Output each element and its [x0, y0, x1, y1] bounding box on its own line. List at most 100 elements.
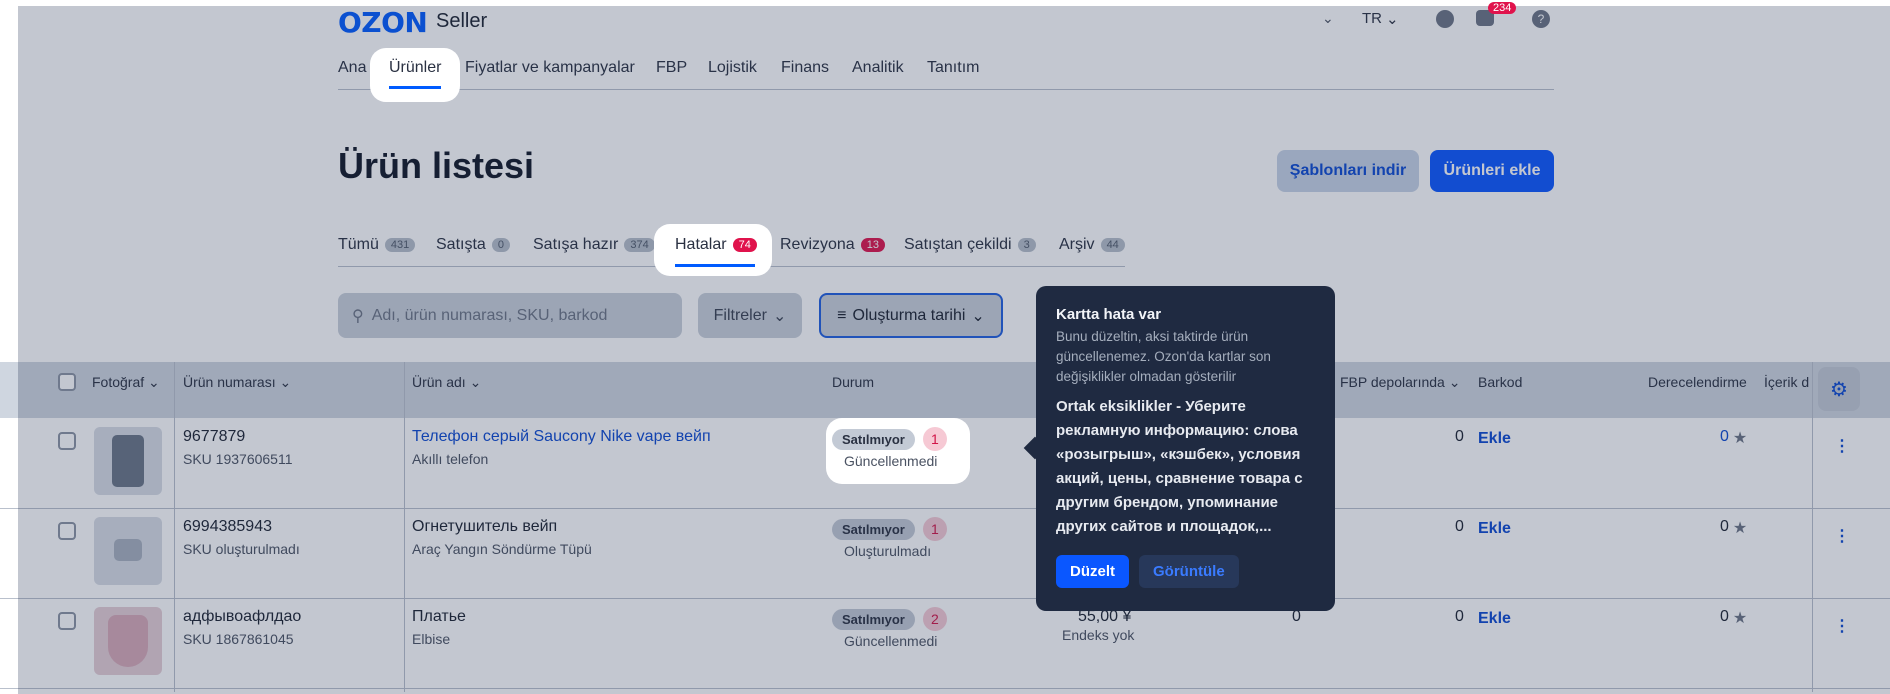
add-barcode-link[interactable]: Ekle	[1478, 610, 1511, 628]
col-label: FBP depolarında	[1340, 374, 1445, 390]
more-icon[interactable]: ⋮	[1834, 616, 1850, 636]
row-checkbox[interactable]	[58, 612, 76, 630]
tab-count: 431	[384, 238, 416, 252]
tab-on-sale[interactable]: Satışta 0	[436, 236, 510, 254]
tab-count: 74	[732, 238, 757, 252]
rating: 0 ★	[1720, 518, 1747, 538]
product-sku: SKU 1867861045	[183, 631, 294, 647]
fbp-stock: 0	[1455, 428, 1464, 445]
product-image[interactable]	[94, 427, 162, 495]
sort-icon: ≡	[837, 306, 847, 324]
status-sub: Güncellenmedi	[844, 453, 938, 469]
row-checkbox[interactable]	[58, 522, 76, 540]
nav-active-indicator	[389, 86, 441, 89]
nav-finance[interactable]: Finans	[781, 59, 829, 77]
view-button[interactable]: Görüntüle	[1139, 555, 1239, 588]
tab-count: 374	[624, 238, 655, 252]
help-icon[interactable]: ?	[1532, 10, 1550, 28]
col-label: Ürün numarası	[183, 374, 276, 390]
star-icon: ★	[1732, 610, 1748, 627]
status-badges[interactable]: Satılmıyor 2	[832, 607, 947, 631]
col-name[interactable]: Ürün adı ⌄	[412, 374, 481, 391]
row-divider	[0, 688, 1890, 689]
tab-errors[interactable]: Hatalar 74	[675, 236, 757, 254]
col-number[interactable]: Ürün numarası ⌄	[183, 374, 291, 391]
col-status: Durum	[832, 374, 875, 390]
filters-button[interactable]: Filtreler ⌄	[698, 293, 802, 338]
select-all-checkbox[interactable]	[58, 373, 76, 391]
ozon-logo[interactable]: OZON	[338, 6, 428, 39]
add-products-button[interactable]: Ürünleri ekle	[1430, 150, 1554, 192]
search-input[interactable]: ⚲ Adı, ürün numarası, SKU, barkod	[338, 293, 682, 338]
status-badge: Satılmıyor	[832, 428, 915, 450]
tab-active-indicator	[675, 264, 755, 267]
product-sku: SKU 1937606511	[183, 451, 293, 467]
filters-label: Filtreler	[713, 306, 767, 324]
chevron-down-icon: ⌄	[1386, 11, 1399, 28]
tab-label: Satışta	[436, 236, 486, 253]
tab-all[interactable]: Tümü 431	[338, 236, 416, 254]
rating: 0 ★	[1720, 608, 1747, 628]
rating[interactable]: 0 ★	[1720, 428, 1747, 448]
more-icon[interactable]: ⋮	[1834, 526, 1850, 546]
product-number: 9677879	[183, 428, 246, 445]
download-templates-button[interactable]: Şablonları indir	[1277, 150, 1419, 192]
fix-button[interactable]: Düzelt	[1056, 555, 1129, 588]
sort-dropdown[interactable]: ≡ Oluşturma tarihi ⌄	[819, 293, 1003, 338]
tab-count: 44	[1100, 238, 1125, 252]
status-sub: Güncellenmedi	[844, 633, 938, 649]
product-image-placeholder[interactable]	[94, 517, 162, 585]
chevron-down-icon: ⌄	[971, 307, 985, 325]
col-fbp[interactable]: FBP depolarında ⌄	[1340, 374, 1460, 391]
rating-value: 0	[1720, 428, 1729, 445]
product-name[interactable]: Огнетушитель вейп	[412, 518, 557, 536]
product-number: адфывоафлдао	[183, 608, 302, 625]
tab-count: 0	[491, 238, 510, 252]
camera-icon	[114, 539, 142, 561]
more-icon[interactable]: ⋮	[1834, 436, 1850, 456]
star-icon: ★	[1732, 430, 1748, 447]
tab-label: Hatalar	[675, 236, 727, 253]
nav-logistics[interactable]: Lojistik	[708, 59, 757, 77]
fbp-stock: 0	[1455, 518, 1464, 535]
nav-fbp[interactable]: FBP	[656, 59, 687, 77]
status-badges[interactable]: Satılmıyor 1	[832, 517, 947, 541]
row-checkbox[interactable]	[58, 432, 76, 450]
product-category: Elbise	[412, 631, 451, 647]
tab-ready[interactable]: Satışa hazır 374	[533, 236, 655, 254]
product-name-link[interactable]: Телефон серый Saucony Nike vape вейп	[412, 428, 711, 446]
product-image[interactable]	[94, 607, 162, 675]
nav-prices[interactable]: Fiyatlar ve kampanyalar	[465, 59, 635, 77]
popover-subtitle: Bunu düzeltin, aksi taktirde ürün güncel…	[1056, 329, 1271, 384]
nav-analytics[interactable]: Analitik	[852, 59, 904, 77]
tab-withdrawn[interactable]: Satıştan çekildi 3	[904, 236, 1036, 254]
rating-value: 0	[1720, 518, 1729, 535]
error-count-badge: 2	[922, 607, 947, 631]
status-sub: Oluşturulmadı	[844, 543, 932, 559]
language-selector[interactable]: TR ⌄	[1362, 10, 1399, 28]
notification-badge: 234	[1488, 2, 1517, 14]
nav-promotion[interactable]: Tanıtım	[927, 59, 979, 77]
col-photo[interactable]: Fotoğraf ⌄	[92, 374, 160, 391]
tab-archive[interactable]: Arşiv 44	[1059, 236, 1125, 254]
add-barcode-link[interactable]: Ekle	[1478, 430, 1511, 448]
error-count-badge: 1	[922, 517, 947, 541]
user-icon[interactable]	[1436, 10, 1454, 28]
app-root: OZON Seller ⌄ TR ⌄ 234 ? Ana Ürünler Fiya…	[0, 0, 1890, 694]
table-settings-button[interactable]: ⚙	[1818, 367, 1860, 411]
error-count-badge: 1	[922, 427, 947, 451]
rating-value: 0	[1720, 608, 1729, 625]
tab-revision[interactable]: Revizyona 13	[780, 236, 885, 254]
error-popover: Kartta hata var Bunu düzeltin, aksi takt…	[1036, 286, 1335, 611]
product-category: Araç Yangın Söndürme Tüpü	[412, 541, 592, 557]
product-sku: SKU oluşturulmadı	[183, 541, 300, 557]
status-badges[interactable]: Satılmıyor 1	[832, 427, 947, 451]
chevron-down-icon[interactable]: ⌄	[1322, 10, 1334, 27]
nav-home[interactable]: Ana	[338, 59, 366, 77]
tab-label: Arşiv	[1059, 236, 1095, 253]
nav-products[interactable]: Ürünler	[389, 59, 441, 77]
product-name[interactable]: Платье	[412, 608, 466, 626]
tab-label: Satıştan çekildi	[904, 236, 1012, 253]
tab-count: 13	[860, 238, 885, 252]
add-barcode-link[interactable]: Ekle	[1478, 520, 1511, 538]
